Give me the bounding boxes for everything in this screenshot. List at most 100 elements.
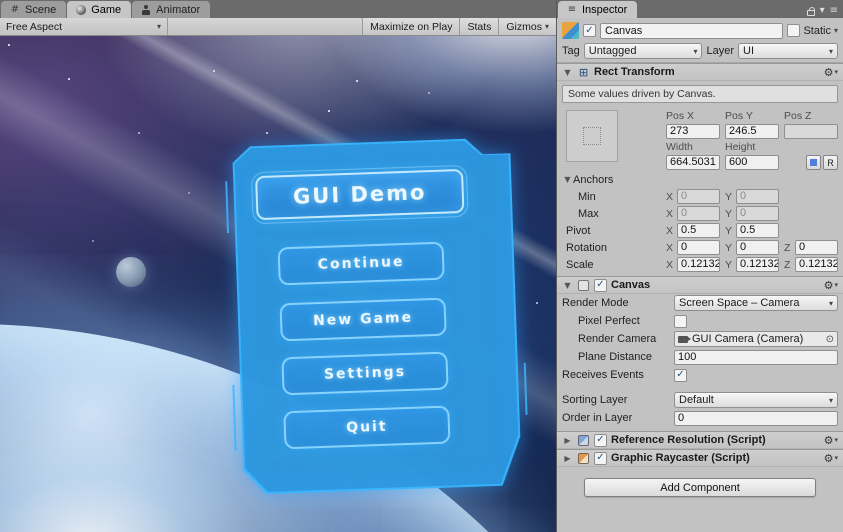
- animator-icon: [140, 4, 152, 16]
- raw-edit-mode-button[interactable]: R: [823, 155, 838, 170]
- gear-icon: ⚙: [823, 433, 834, 447]
- scale-label-cell: Scale: [562, 259, 666, 271]
- height-field[interactable]: 600: [725, 155, 779, 170]
- aspect-dropdown-label: Free Aspect: [6, 20, 63, 33]
- sorting-layer-dropdown[interactable]: Default ▾: [674, 392, 838, 408]
- menu-button-continue[interactable]: Continue: [277, 241, 445, 286]
- pixel-perfect-checkbox[interactable]: [674, 314, 687, 328]
- foldout-closed-icon[interactable]: ▶: [562, 454, 573, 463]
- add-component-area: Add Component: [557, 467, 843, 505]
- max-x-field[interactable]: 0: [677, 206, 720, 221]
- x-label: X: [666, 258, 674, 271]
- foldout-open-icon[interactable]: ▼: [562, 281, 573, 290]
- anchors-label: Anchors: [573, 173, 614, 186]
- scale-z-field[interactable]: 0.12132: [795, 257, 838, 272]
- plane-distance-field[interactable]: 100: [674, 349, 838, 365]
- scale-y-field[interactable]: 0.12132: [736, 257, 779, 272]
- unity-editor: # Scene Game Animator Free Aspect ▾ Maxi…: [0, 0, 843, 532]
- sorting-layer-label: Sorting Layer: [562, 394, 628, 406]
- rect-transform-icon: ⊞: [578, 65, 589, 79]
- anchors-foldout[interactable]: ▼ Anchors: [562, 174, 666, 186]
- menu-panel: GUI Demo Continue New Game Settings Quit: [225, 137, 528, 494]
- tab-game[interactable]: Game: [67, 1, 132, 18]
- reference-resolution-header[interactable]: ▶ ✓ Reference Resolution (Script) ⚙ ▾: [557, 431, 843, 449]
- check-icon: ✓: [676, 369, 685, 380]
- static-label: Static: [803, 24, 831, 37]
- aspect-dropdown[interactable]: Free Aspect ▾: [0, 18, 168, 35]
- rotation-z-field[interactable]: 0: [795, 240, 838, 255]
- tab-game-label: Game: [91, 3, 122, 16]
- reference-resolution-checkbox[interactable]: ✓: [594, 433, 607, 447]
- chevron-down-icon: ▾: [156, 22, 161, 31]
- graphic-raycaster-header[interactable]: ▶ ✓ Graphic Raycaster (Script) ⚙ ▾: [557, 449, 843, 467]
- add-component-button[interactable]: Add Component: [584, 478, 816, 497]
- gear-icon: ⚙: [823, 451, 834, 465]
- blueprint-mode-button[interactable]: [806, 155, 821, 170]
- stats-button[interactable]: Stats: [459, 18, 499, 35]
- component-gear-menu[interactable]: ⚙ ▾: [824, 434, 838, 447]
- pos-z-field[interactable]: [784, 124, 838, 139]
- object-picker-icon[interactable]: ⊙: [826, 334, 834, 345]
- menu-button-quit[interactable]: Quit: [283, 405, 451, 450]
- foldout-open-icon[interactable]: ▼: [562, 68, 573, 77]
- static-toggle[interactable]: Static ▾: [787, 24, 838, 37]
- chevron-down-icon: ▾: [819, 5, 825, 16]
- context-menu-icon[interactable]: ≡: [830, 5, 838, 16]
- scale-x-field[interactable]: 0.12132: [677, 257, 720, 272]
- canvas-enabled-checkbox[interactable]: ✓: [594, 278, 607, 292]
- anchor-preset-button[interactable]: [566, 110, 618, 162]
- tab-scene[interactable]: # Scene: [1, 1, 67, 18]
- order-in-layer-label: Order in Layer: [562, 412, 633, 424]
- component-gear-menu[interactable]: ⚙ ▾: [824, 452, 838, 465]
- check-icon: ✓: [596, 279, 605, 290]
- foldout-closed-icon[interactable]: ▶: [562, 436, 573, 445]
- x-label: X: [666, 224, 674, 237]
- render-mode-dropdown[interactable]: Screen Space – Camera ▾: [674, 295, 838, 311]
- maximize-on-play-button[interactable]: Maximize on Play: [362, 18, 460, 35]
- rotation-fields: X0 Y0 Z0: [666, 240, 838, 255]
- camera-icon: [678, 335, 691, 343]
- rect-transform-header[interactable]: ▼ ⊞ Rect Transform ⚙ ▾: [557, 63, 843, 81]
- y-label: Y: [725, 190, 733, 203]
- static-checkbox[interactable]: [787, 24, 801, 37]
- canvas-component-header[interactable]: ▼ ✓ Canvas ⚙ ▾: [557, 276, 843, 294]
- max-y-field[interactable]: 0: [736, 206, 779, 221]
- check-icon: ✓: [585, 24, 594, 36]
- rotation-x-field[interactable]: 0: [677, 240, 720, 255]
- tab-animator[interactable]: Animator: [132, 1, 211, 18]
- active-checkbox[interactable]: ✓: [583, 24, 596, 37]
- lock-icon[interactable]: [806, 6, 815, 16]
- sorting-layer-row: Sorting Layer Default ▾: [557, 391, 843, 409]
- component-gear-menu[interactable]: ⚙ ▾: [824, 66, 838, 79]
- pivot-y-field[interactable]: 0.5: [736, 223, 779, 238]
- receives-events-checkbox[interactable]: ✓: [674, 368, 687, 382]
- menu-button-new-game[interactable]: New Game: [279, 297, 447, 342]
- tab-inspector[interactable]: ≡ Inspector: [558, 1, 638, 18]
- rotation-y-field[interactable]: 0: [736, 240, 779, 255]
- pivot-x-field[interactable]: 0.5: [677, 223, 720, 238]
- max-fields: X0 Y0: [666, 206, 838, 221]
- graphic-raycaster-checkbox[interactable]: ✓: [594, 451, 607, 465]
- width-field[interactable]: 664.5031: [666, 155, 720, 170]
- render-camera-row: Render Camera GUI Camera (Camera) ⊙: [557, 330, 843, 348]
- pos-y-field[interactable]: 246.5: [725, 124, 779, 139]
- gizmos-dropdown[interactable]: Gizmos ▾: [498, 18, 556, 35]
- menu-button-settings[interactable]: Settings: [281, 351, 449, 396]
- canvas-component-title: Canvas: [611, 279, 651, 291]
- chevron-down-icon[interactable]: ▾: [834, 26, 838, 35]
- pivot-label-cell: Pivot: [562, 225, 666, 237]
- min-y-field[interactable]: 0: [736, 189, 779, 204]
- tag-dropdown[interactable]: Untagged ▾: [583, 43, 703, 59]
- render-camera-object-field[interactable]: GUI Camera (Camera) ⊙: [674, 331, 838, 347]
- component-gear-menu[interactable]: ⚙ ▾: [824, 279, 838, 292]
- blueprint-icon: [810, 159, 817, 166]
- pos-x-field[interactable]: 273: [666, 124, 720, 139]
- order-in-layer-field[interactable]: 0: [674, 410, 838, 426]
- layer-dropdown[interactable]: UI ▾: [738, 43, 838, 59]
- min-x-field[interactable]: 0: [677, 189, 720, 204]
- gameobject-name-field[interactable]: [600, 22, 784, 39]
- inspector-strip-icons: ▾ ≡: [806, 5, 843, 18]
- rotation-row: Rotation X0 Y0 Z0: [557, 239, 843, 256]
- chevron-down-icon: ▾: [834, 454, 838, 462]
